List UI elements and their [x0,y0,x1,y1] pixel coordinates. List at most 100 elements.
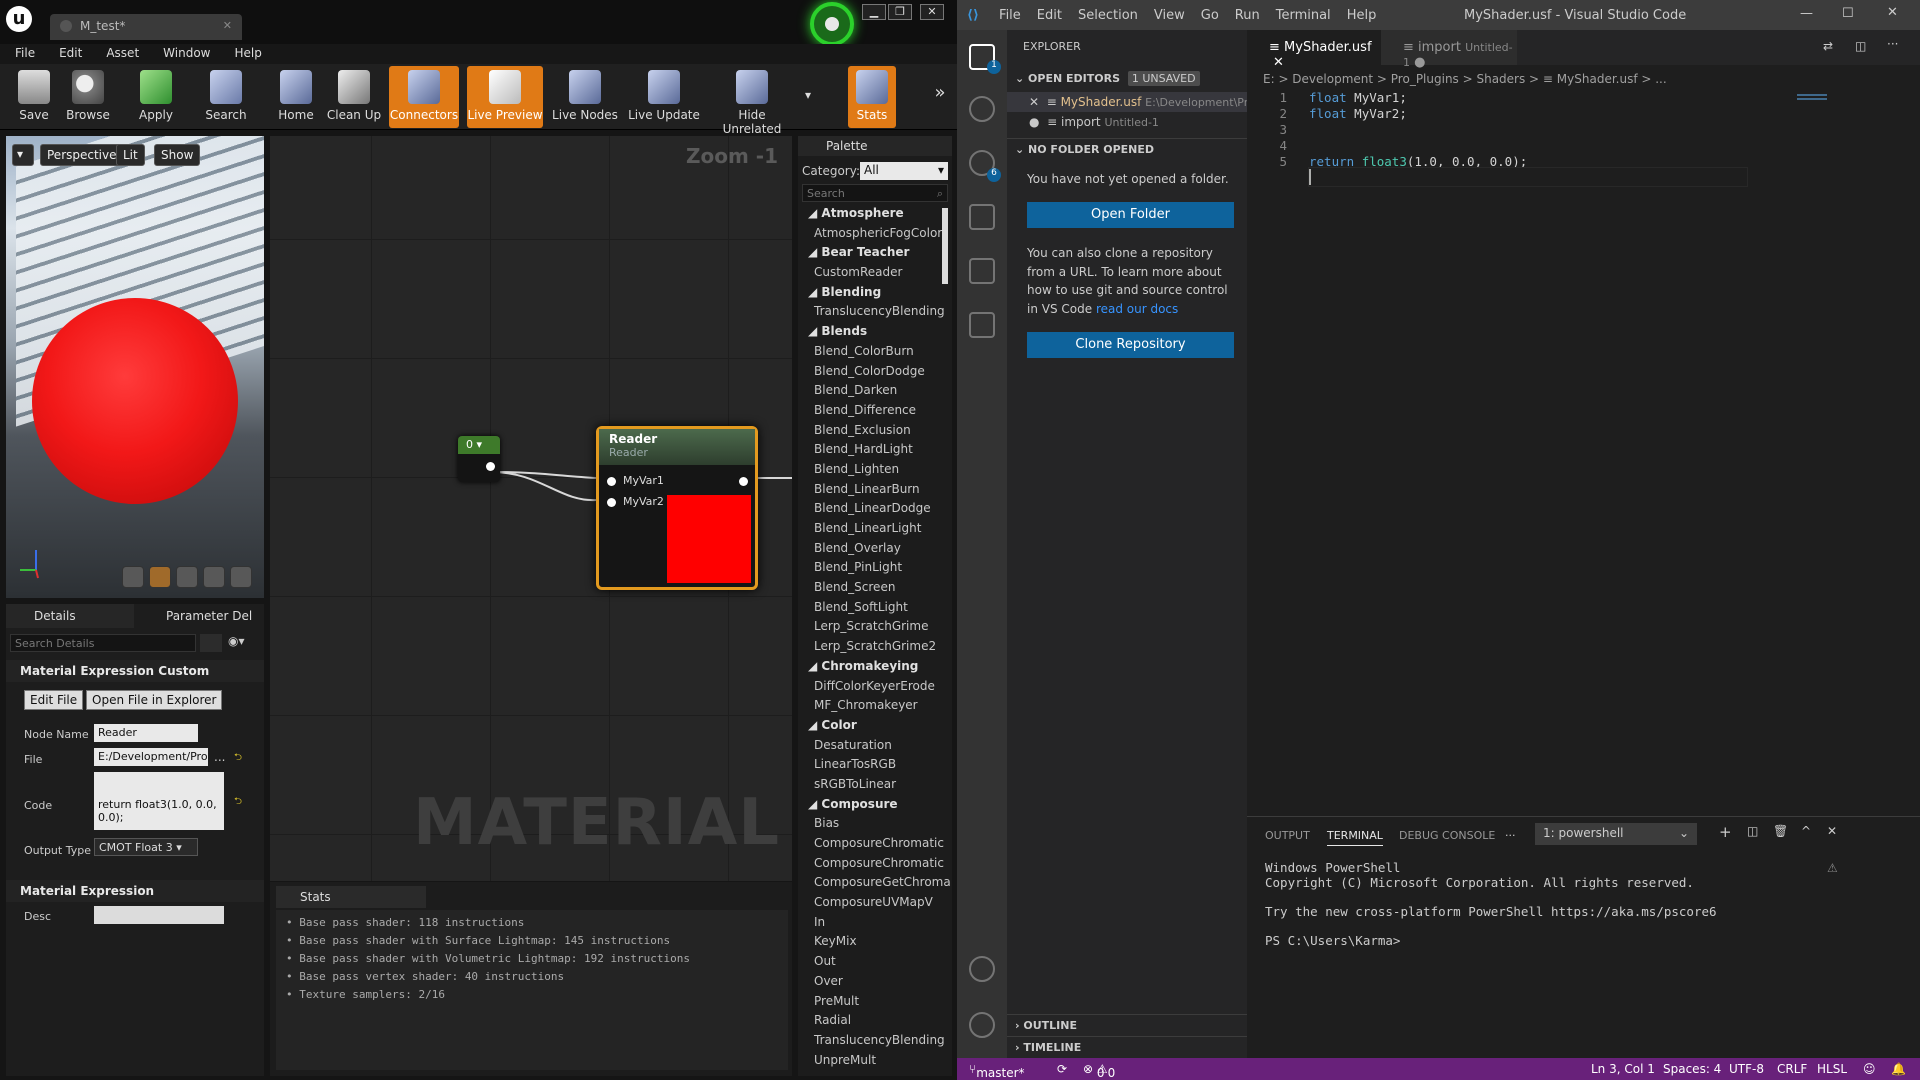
section-material-expression-custom[interactable]: Material Expression Custom [6,660,264,682]
outline-header[interactable]: › OUTLINE [1007,1014,1247,1036]
palette-category[interactable]: ◢ Color [798,718,952,738]
search-icon[interactable] [969,96,995,122]
palette-item[interactable]: Blend_LinearLight [798,521,952,541]
search-button[interactable]: Search [198,66,254,128]
maximize-button[interactable]: ☐ [1842,6,1854,21]
palette-item[interactable]: Blend_LinearBurn [798,482,952,502]
menu-terminal[interactable]: Terminal [1268,0,1339,23]
desc-field[interactable] [94,906,224,924]
material-graph[interactable]: Zoom -1 MATERIAL 0 ▾ Reader Reader MyVar1… [270,136,792,881]
code-editor[interactable]: 1 float MyVar1; 2 float MyVar2; 3 4 5 return fl… [1247,90,1867,210]
lit-button[interactable]: Lit [116,144,145,166]
apply-button[interactable]: Apply [128,66,184,128]
details-search-input[interactable]: Search Details [10,634,196,652]
file-field[interactable]: E:/Development/Pro [94,748,208,766]
open-editor-import[interactable]: ● ≡ import Untitled-1 [1007,112,1247,132]
encoding[interactable]: UTF-8 [1729,1062,1764,1076]
source-control-badge-icon[interactable] [810,2,854,46]
palette-item[interactable]: Blend_HardLight [798,442,952,462]
palette-item[interactable]: PreMult [798,994,952,1014]
palette-item[interactable]: UnpreMult [798,1053,952,1073]
close-panel-icon[interactable]: ✕ [1827,824,1837,838]
reset-arrow-icon[interactable]: ⮌ [234,794,242,811]
minimap[interactable] [1797,92,1857,122]
toolbar-dropdown-icon[interactable]: ▾ [800,66,816,128]
close-button[interactable]: ✕ [1887,5,1898,20]
palette-item[interactable]: Blend_ColorDodge [798,364,952,384]
menu-edit[interactable]: Edit [1029,0,1070,23]
account-icon[interactable] [969,956,995,982]
browse-button[interactable]: Browse [62,66,114,128]
menu-selection[interactable]: Selection [1070,0,1146,23]
palette-item[interactable]: Blend_ColorBurn [798,344,952,364]
menu-help[interactable]: Help [1339,0,1385,23]
palette-item[interactable]: Blend_Screen [798,580,952,600]
edit-file-button[interactable]: Edit File [24,690,84,710]
problems-indicator[interactable]: ⊗ 0 ⚠ 0 [1083,1062,1115,1080]
palette-item[interactable]: Blend_Difference [798,403,952,423]
view-options-icon[interactable] [200,634,222,652]
live-nodes-button[interactable]: Live Nodes [552,66,618,128]
tab-parameter-defaults[interactable]: Parameter Del [138,604,264,628]
compare-changes-icon[interactable]: ⇄ [1823,39,1833,53]
minimize-button[interactable]: ▁ [862,4,886,20]
palette-category[interactable]: ◢ Chromakeying [798,659,952,679]
palette-scrollbar[interactable] [942,208,948,284]
menu-window[interactable]: Window [148,44,219,60]
settings-gear-icon[interactable] [969,1012,995,1038]
open-editor-myshader[interactable]: ✕ ≡ MyShader.usf E:\Development\Pr... M [1007,92,1247,112]
clone-repository-button[interactable]: Clone Repository [1027,332,1234,358]
language-mode[interactable]: HLSL [1817,1062,1847,1076]
cursor-position[interactable]: Ln 3, Col 1 [1591,1062,1655,1076]
docs-link[interactable]: read our docs [1096,302,1178,316]
show-button[interactable]: Show [154,144,201,166]
tab-stats[interactable]: Stats [276,886,426,908]
run-debug-icon[interactable] [969,204,995,230]
palette-item[interactable]: Desaturation [798,738,952,758]
category-select[interactable]: All ▾ [860,162,948,180]
menu-file[interactable]: File [0,44,44,60]
palette-item[interactable]: Bias [798,816,952,836]
tab-terminal[interactable]: TERMINAL [1327,829,1383,846]
palette-item[interactable]: Lerp_ScratchGrime2 [798,639,952,659]
tab-myshader[interactable]: ≡ MyShader.usf ✕ [1247,30,1381,70]
palette-item[interactable]: Blend_Exclusion [798,423,952,443]
minimize-button[interactable]: — [1800,6,1813,21]
extensions-icon[interactable] [969,258,995,284]
menu-asset[interactable]: Asset [91,44,148,60]
branch-indicator[interactable]: ⑂ master* [969,1062,1025,1080]
close-button[interactable]: ✕ [920,4,944,20]
palette-item[interactable]: In [798,915,952,935]
palette-item[interactable]: AtmosphericFogColor [798,226,952,246]
open-in-explorer-button[interactable]: Open File in Explorer [86,690,223,710]
palette-item[interactable]: TranslucencyBlending [798,304,952,324]
tab-palette[interactable]: Palette [798,136,952,156]
tab-debug-console[interactable]: DEBUG CONSOLE [1399,829,1495,842]
open-editors-header[interactable]: ⌄ OPEN EDITORS 1 UNSAVED [1007,68,1247,90]
palette-item[interactable]: Radial [798,1013,952,1033]
sphere-preview-icon[interactable] [149,566,171,588]
live-preview-button[interactable]: Live Preview [467,66,543,128]
timeline-header[interactable]: › TIMELINE [1007,1036,1247,1058]
live-update-button[interactable]: Live Update [628,66,700,128]
terminal-output[interactable]: Windows PowerShell Copyright (C) Microso… [1265,860,1717,948]
notifications-bell-icon[interactable]: 🔔 [1891,1062,1906,1076]
custom-reader-node[interactable]: Reader Reader MyVar1 MyVar2 [596,426,758,590]
palette-item[interactable]: Over [798,974,952,994]
maximize-button[interactable]: ❐ [888,4,912,20]
split-editor-icon[interactable]: ◫ [1855,39,1866,53]
output-pin[interactable] [486,462,495,471]
constant-node[interactable]: 0 ▾ [458,436,500,482]
palette-item[interactable]: ComposureChromatic [798,836,952,856]
more-panel-actions-icon[interactable]: ··· [1505,829,1516,842]
cube-preview-icon[interactable] [203,566,225,588]
cylinder-preview-icon[interactable] [122,566,144,588]
maximize-panel-icon[interactable]: ^ [1801,824,1811,838]
code-field[interactable]: return float3(1.0, 0.0, 0.0); [94,772,224,830]
output-type-select[interactable]: CMOT Float 3 ▾ [94,838,198,856]
palette-item[interactable]: MF_Chromakeyer [798,698,952,718]
section-material-expression[interactable]: Material Expression [6,880,264,902]
palette-item[interactable]: Blend_Overlay [798,541,952,561]
split-terminal-icon[interactable]: ◫ [1747,824,1758,838]
palette-category[interactable]: ◢ Atmosphere [798,206,952,226]
